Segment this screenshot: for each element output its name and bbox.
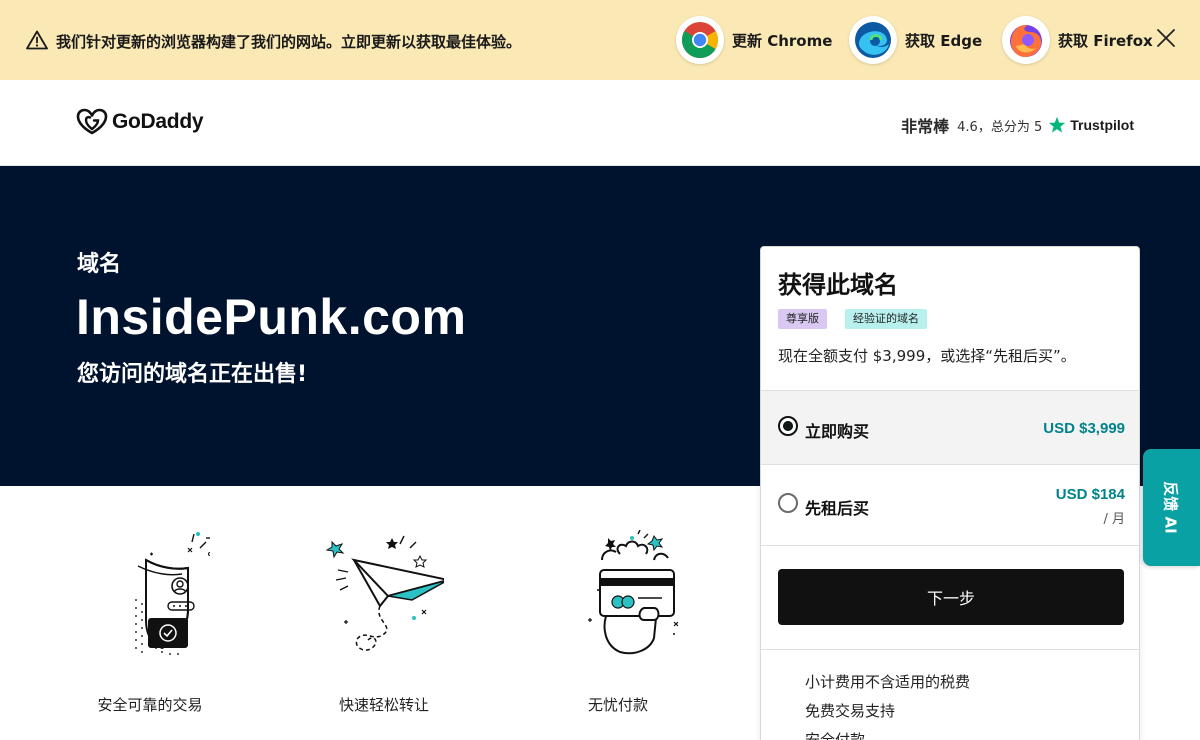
- get-edge-link[interactable]: 获取 Edge: [849, 16, 982, 64]
- warning-icon: [26, 30, 48, 50]
- verified-domain-badge: 经验证的域名: [845, 309, 927, 329]
- get-firefox-link[interactable]: 获取 Firefox: [1002, 16, 1153, 64]
- godaddy-logo[interactable]: GoDaddy: [76, 108, 204, 136]
- brand-name: GoDaddy: [112, 110, 204, 133]
- paper-plane-icon: [325, 535, 449, 651]
- lease-period: / 月: [1103, 512, 1125, 527]
- chrome-icon: [676, 16, 724, 64]
- feature-label-payment: 无忧付款: [587, 696, 648, 714]
- get-firefox-label: 获取 Firefox: [1058, 31, 1153, 50]
- purchase-title: 获得此域名: [778, 271, 898, 299]
- banner-message: 我们针对更新的浏览器构建了我们的网站。立即更新以获取最佳体验。: [56, 33, 522, 51]
- buy-now-option[interactable]: 立即购买 USD $3,999: [761, 390, 1139, 464]
- site-header: GoDaddy 非常棒 4.6，总分为 5 Trustpilot: [0, 80, 1200, 166]
- buy-now-label: 立即购买: [805, 422, 870, 441]
- lease-to-own-option[interactable]: 先租后买 USD $184 / 月: [761, 464, 1139, 546]
- trustpilot-name: Trustpilot: [1070, 117, 1134, 133]
- lease-to-own-price: USD $184: [1055, 486, 1125, 503]
- close-icon[interactable]: [1154, 26, 1178, 50]
- trustpilot-rating[interactable]: 非常棒 4.6，总分为 5 Trustpilot: [901, 113, 1134, 137]
- feedback-tab-label: 反馈 AI: [1161, 481, 1180, 534]
- feature-label-secure: 安全可靠的交易: [97, 696, 203, 714]
- note-support: 免费交易支持: [805, 702, 896, 720]
- firefox-icon: [1002, 16, 1050, 64]
- update-browser-banner: 我们针对更新的浏览器构建了我们的网站。立即更新以获取最佳体验。 更新 Chrom…: [0, 0, 1200, 80]
- edge-icon: [849, 16, 897, 64]
- feature-fast-transfer: 快速轻松转让: [294, 530, 474, 714]
- purchase-card: 获得此域名 尊享版 经验证的域名 现在全额支付 $3,999，或选择“先租后买”…: [760, 246, 1140, 740]
- purchase-notes: 小计费用不含适用的税费 免费交易支持 安全付款: [805, 671, 970, 740]
- hero-kind-label: 域名: [77, 252, 122, 277]
- feature-secure-transaction: 安全可靠的交易: [60, 530, 240, 714]
- option-divider: [761, 545, 1139, 546]
- premium-badge: 尊享版: [778, 309, 827, 329]
- update-chrome-label: 更新 Chrome: [732, 31, 833, 50]
- rating-label: 非常棒: [901, 117, 950, 136]
- purchase-description: 现在全额支付 $3,999，或选择“先租后买”。: [778, 347, 1076, 365]
- trustpilot-star-icon: [1049, 116, 1066, 133]
- next-step-button[interactable]: 下一步: [778, 569, 1124, 625]
- update-chrome-link[interactable]: 更新 Chrome: [676, 16, 832, 64]
- note-secure-payment: 安全付款: [805, 731, 866, 740]
- get-edge-label: 获取 Edge: [905, 31, 983, 50]
- rating-score: 4.6，总分为 5: [957, 119, 1043, 135]
- feature-easy-payment: 无忧付款: [528, 529, 708, 714]
- domain-name: InsidePunk.com: [76, 289, 467, 345]
- buy-now-price: USD $3,999: [1043, 420, 1125, 437]
- feature-label-transfer: 快速轻松转让: [338, 696, 429, 714]
- buy-now-radio[interactable]: [778, 416, 798, 436]
- note-tax: 小计费用不含适用的税费: [805, 673, 971, 691]
- lease-to-own-label: 先租后买: [805, 499, 870, 518]
- feedback-tab[interactable]: 反馈 AI: [1143, 449, 1200, 566]
- secure-shield-icon: [135, 532, 212, 655]
- hero-subtitle: 您访问的域名正在出售!: [77, 362, 308, 387]
- payment-card-hand-icon: [588, 529, 679, 655]
- notes-divider: [761, 649, 1139, 650]
- lease-to-own-radio[interactable]: [778, 493, 798, 513]
- godaddy-heart-icon: [76, 108, 108, 135]
